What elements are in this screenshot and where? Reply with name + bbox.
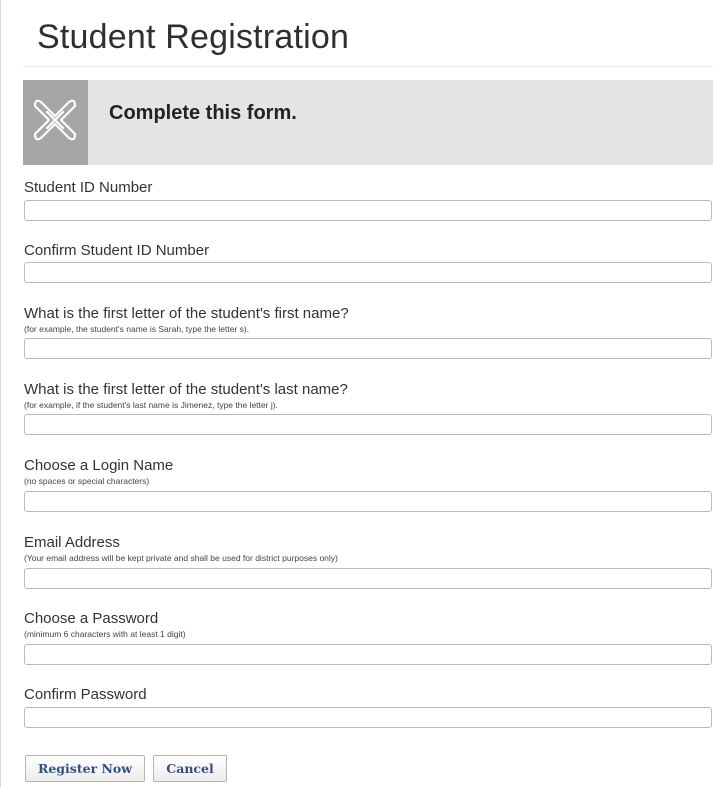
- cancel-button[interactable]: Cancel: [153, 755, 227, 782]
- first-initial-input[interactable]: [24, 338, 712, 359]
- register-now-button[interactable]: Register Now: [25, 755, 145, 782]
- email-label: Email Address: [24, 534, 120, 551]
- confirm-student-id-input[interactable]: [24, 262, 712, 283]
- knot-logo-icon: [33, 99, 77, 141]
- login-name-hint: (no spaces or special characters): [24, 476, 150, 486]
- title-divider: [23, 66, 713, 67]
- last-initial-label: What is the first letter of the student'…: [24, 381, 348, 398]
- login-name-input[interactable]: [24, 491, 712, 512]
- password-input[interactable]: [24, 644, 712, 665]
- student-id-input[interactable]: [24, 200, 712, 221]
- password-label: Choose a Password: [24, 610, 159, 627]
- last-initial-input[interactable]: [24, 414, 712, 435]
- first-initial-label: What is the first letter of the student'…: [24, 305, 349, 322]
- email-hint: (Your email address will be kept private…: [24, 553, 338, 563]
- email-input[interactable]: [24, 568, 712, 589]
- instruction-banner: Complete this form.: [23, 80, 713, 165]
- banner-logo: [23, 80, 88, 165]
- last-initial-hint: (for example, if the student's last name…: [24, 400, 278, 410]
- confirm-password-label: Confirm Password: [24, 686, 147, 703]
- confirm-password-input[interactable]: [24, 707, 712, 728]
- password-hint: (minimum 6 characters with at least 1 di…: [24, 629, 186, 639]
- login-name-label: Choose a Login Name: [24, 457, 174, 474]
- registration-page: Student Registration Complete this form.…: [0, 0, 713, 787]
- student-id-label: Student ID Number: [24, 179, 153, 196]
- first-initial-hint: (for example, the student's name is Sara…: [24, 324, 250, 334]
- banner-text: Complete this form.: [109, 102, 297, 124]
- page-title: Student Registration: [37, 18, 350, 56]
- confirm-student-id-label: Confirm Student ID Number: [24, 242, 210, 259]
